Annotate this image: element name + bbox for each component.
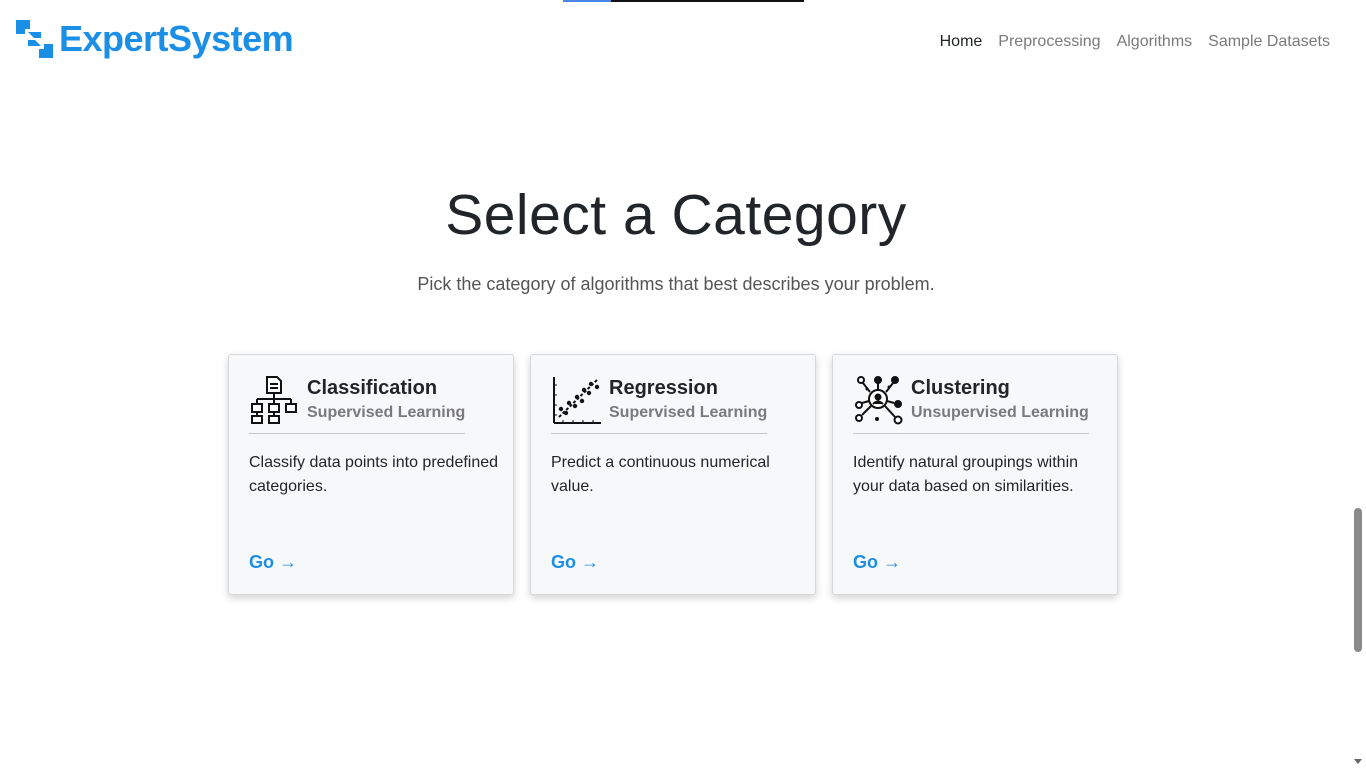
vertical-scrollbar[interactable] bbox=[1350, 0, 1366, 768]
card-clustering: Clustering Unsupervised Learning Identif… bbox=[832, 354, 1118, 595]
card-regression: Regression Supervised Learning Predict a… bbox=[530, 354, 816, 595]
brand-name: ExpertSystem bbox=[59, 18, 294, 59]
scatter-trend-icon bbox=[553, 377, 601, 424]
nav-home[interactable]: Home bbox=[940, 32, 983, 52]
card-title: Classification bbox=[307, 377, 438, 399]
card-header: Classification Supervised Learning bbox=[249, 375, 466, 434]
category-cards: Classification Supervised Learning Class… bbox=[228, 354, 1118, 595]
brand-logo-icon bbox=[16, 20, 53, 58]
card-description: Predict a continuous numerical value. bbox=[551, 454, 770, 495]
go-clustering-link[interactable]: Go → bbox=[853, 552, 901, 573]
page: ExpertSystem Home Preprocessing Algorith… bbox=[0, 0, 1366, 768]
nav-preprocessing[interactable]: Preprocessing bbox=[998, 32, 1100, 52]
card-title: Regression bbox=[609, 377, 718, 399]
card-subtitle: Supervised Learning bbox=[609, 404, 768, 421]
go-classification-link[interactable]: Go → bbox=[249, 552, 297, 573]
card-titles: Clustering Unsupervised Learning bbox=[911, 375, 1089, 425]
nav-menu: Home Preprocessing Algorithms Sample Dat… bbox=[940, 32, 1330, 52]
card-titles: Classification Supervised Learning bbox=[307, 375, 465, 425]
card-classification: Classification Supervised Learning Class… bbox=[228, 354, 514, 595]
navbar: ExpertSystem Home Preprocessing Algorith… bbox=[0, 0, 1350, 84]
card-header: Regression Supervised Learning bbox=[551, 375, 768, 434]
brand-link[interactable]: ExpertSystem bbox=[16, 18, 294, 59]
page-title: Select a Category bbox=[445, 183, 907, 247]
go-regression-link[interactable]: Go → bbox=[551, 552, 599, 573]
card-titles: Regression Supervised Learning bbox=[609, 375, 767, 425]
card-title: Clustering bbox=[911, 377, 1010, 399]
card-subtitle: Unsupervised Learning bbox=[911, 404, 1089, 421]
scrollbar-thumb[interactable] bbox=[1354, 508, 1362, 652]
card-subtitle: Supervised Learning bbox=[307, 404, 466, 421]
page-subtitle: Pick the category of algorithms that bes… bbox=[417, 274, 935, 294]
card-header: Clustering Unsupervised Learning bbox=[853, 375, 1089, 434]
scroll-down-arrow-icon[interactable] bbox=[1354, 759, 1362, 764]
card-description: Identify natural groupings within your d… bbox=[853, 454, 1079, 495]
nav-sample-datasets[interactable]: Sample Datasets bbox=[1208, 32, 1330, 52]
card-description: Classify data points into predefined cat… bbox=[249, 454, 499, 495]
nav-algorithms[interactable]: Algorithms bbox=[1117, 32, 1193, 52]
network-cluster-icon bbox=[855, 376, 903, 425]
hierarchy-tree-icon bbox=[251, 376, 297, 424]
